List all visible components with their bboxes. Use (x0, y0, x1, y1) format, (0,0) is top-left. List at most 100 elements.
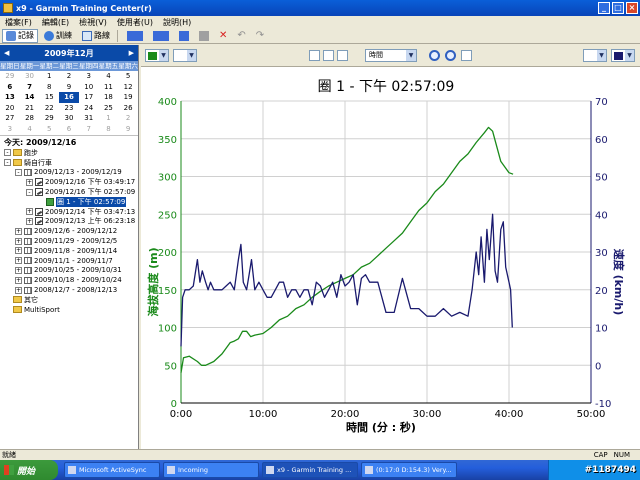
tree-other[interactable]: 其它 (0, 295, 138, 305)
calendar-day[interactable]: 4 (99, 71, 119, 82)
tree-week[interactable]: +2009/11/1 - 2009/11/7 (0, 256, 138, 266)
right-series-select[interactable]: ▼ (583, 49, 607, 62)
calendar-day[interactable]: 11 (99, 82, 119, 93)
courses-button[interactable]: 路線 (78, 29, 114, 43)
task-garmin[interactable]: x9 - Garmin Training ... (262, 462, 358, 478)
tree-cycling[interactable]: - 騎自行車 (0, 158, 138, 168)
calendar-day[interactable]: 3 (79, 71, 99, 82)
tree-week[interactable]: +2009/12/6 - 2009/12/12 (0, 226, 138, 236)
export-button[interactable] (149, 29, 173, 43)
calendar-day[interactable]: 19 (118, 92, 138, 103)
expand-icon[interactable]: + (15, 257, 22, 265)
zoom-fit-icon[interactable] (461, 50, 472, 61)
calendar-day[interactable]: 1 (99, 113, 119, 124)
delete-button[interactable]: ✕ (215, 29, 231, 43)
expand-icon[interactable]: + (26, 208, 33, 216)
calendar-day[interactable]: 7 (79, 124, 99, 135)
elevation-speed-chart[interactable]: 圈 1 - 下午 02:57:09 0 50 100 150 200 250 300 350 4… (141, 67, 640, 449)
expand-icon[interactable]: + (15, 247, 22, 255)
task-activesync[interactable]: Microsoft ActiveSync (64, 462, 160, 478)
calendar-day[interactable]: 2 (118, 113, 138, 124)
expand-icon[interactable]: + (15, 276, 22, 284)
calendar-day[interactable]: 30 (59, 113, 79, 124)
calendar-day[interactable]: 5 (118, 71, 138, 82)
undo-button[interactable]: ↶ (233, 29, 249, 43)
collapse-icon[interactable]: - (26, 188, 33, 196)
zoom-in-icon[interactable] (429, 50, 440, 61)
expand-icon[interactable]: + (15, 227, 22, 235)
expand-icon[interactable]: + (15, 266, 22, 274)
tree-week[interactable]: +2009/10/18 - 2009/10/24 (0, 275, 138, 285)
calendar-day[interactable]: 9 (118, 124, 138, 135)
calendar-day[interactable]: 23 (59, 103, 79, 114)
right-series-color-select[interactable]: ▼ (611, 49, 635, 62)
new-folder-button[interactable] (175, 29, 193, 43)
tree-activity[interactable]: +2009/12/13 上午 06:23:18 (0, 217, 138, 227)
menu-file[interactable]: 檔案(F) (0, 17, 37, 28)
expand-icon[interactable]: + (15, 237, 22, 245)
training-button[interactable]: 訓練 (40, 29, 76, 43)
left-series-select[interactable]: ▼ (173, 49, 197, 62)
tree-week[interactable]: - 2009/12/13 - 2009/12/19 (0, 168, 138, 178)
x-axis-select[interactable]: 時間 ▼ (365, 49, 417, 62)
next-month-icon[interactable]: ▶ (129, 49, 134, 57)
tree-week[interactable]: +2009/11/29 - 2009/12/5 (0, 236, 138, 246)
grid-toggle-icon[interactable] (309, 50, 320, 61)
calendar-day[interactable]: 8 (99, 124, 119, 135)
calendar-day[interactable]: 28 (20, 113, 40, 124)
calendar-day[interactable]: 22 (39, 103, 59, 114)
expand-icon[interactable]: + (26, 178, 33, 186)
expand-icon[interactable]: + (26, 217, 33, 225)
expand-icon[interactable]: + (15, 286, 22, 294)
calendar-day[interactable]: 29 (39, 113, 59, 124)
calendar-day[interactable]: 8 (39, 82, 59, 93)
tree-lap-selected[interactable]: 圈 1 - 下午 02:57:09 (0, 196, 138, 207)
task-browser[interactable]: (0:17:0 D:154.3) Very... (361, 462, 457, 478)
minimize-button[interactable]: _ (598, 2, 610, 14)
redo-button[interactable]: ↷ (252, 29, 268, 43)
history-button[interactable]: 記錄 (2, 28, 38, 43)
calendar-day[interactable]: 17 (79, 92, 99, 103)
calendar-day[interactable]: 31 (79, 113, 99, 124)
title-bar[interactable]: x9 - Garmin Training Center(r) _ □ × (0, 0, 640, 16)
tree-week[interactable]: +2008/12/7 - 2008/12/13 (0, 285, 138, 295)
calendar-day[interactable]: 4 (20, 124, 40, 135)
menu-view[interactable]: 檢視(V) (74, 17, 112, 28)
tree-week[interactable]: +2009/10/25 - 2009/10/31 (0, 266, 138, 276)
calendar-day[interactable]: 27 (0, 113, 20, 124)
task-incoming[interactable]: Incoming (163, 462, 259, 478)
calendar-day[interactable]: 5 (39, 124, 59, 135)
horizontal-grid-icon[interactable] (323, 50, 334, 61)
calendar-day[interactable]: 9 (59, 82, 79, 93)
calendar-day[interactable]: 30 (20, 71, 40, 82)
today-label[interactable]: 今天: 2009/12/16 (0, 134, 138, 149)
calendar-day[interactable]: 14 (20, 92, 40, 103)
calendar-day[interactable]: 3 (0, 124, 20, 135)
calendar-day[interactable]: 6 (0, 82, 20, 93)
calendar-day[interactable]: 29 (0, 71, 20, 82)
tree-multisport[interactable]: MultiSport (0, 305, 138, 315)
left-series-color-select[interactable]: ▼ (145, 49, 169, 62)
calendar-day[interactable]: 20 (0, 103, 20, 114)
collapse-icon[interactable]: - (4, 149, 11, 157)
calendar-day[interactable]: 1 (39, 71, 59, 82)
calendar-day[interactable]: 12 (118, 82, 138, 93)
calendar-day[interactable]: 6 (59, 124, 79, 135)
prev-month-icon[interactable]: ◀ (4, 49, 9, 57)
tree-activity[interactable]: - 2009/12/16 下午 02:57:09 (0, 187, 138, 197)
calendar-day[interactable]: 21 (20, 103, 40, 114)
tree-week[interactable]: +2009/11/8 - 2009/11/14 (0, 246, 138, 256)
close-button[interactable]: × (626, 2, 638, 14)
calendar-day[interactable]: 7 (20, 82, 40, 93)
tree-activity[interactable]: +2009/12/16 下午 03:49:17 (0, 177, 138, 187)
calendar-day[interactable]: 13 (0, 92, 20, 103)
calendar-day[interactable]: 26 (118, 103, 138, 114)
collapse-icon[interactable]: - (4, 159, 11, 167)
menu-edit[interactable]: 編輯(E) (37, 17, 74, 28)
maximize-button[interactable]: □ (612, 2, 624, 14)
menu-user[interactable]: 使用者(U) (112, 17, 158, 28)
menu-help[interactable]: 說明(H) (158, 17, 196, 28)
calendar-day[interactable]: 15 (39, 92, 59, 103)
zoom-out-icon[interactable] (445, 50, 456, 61)
calendar-day[interactable]: 16 (59, 92, 79, 103)
